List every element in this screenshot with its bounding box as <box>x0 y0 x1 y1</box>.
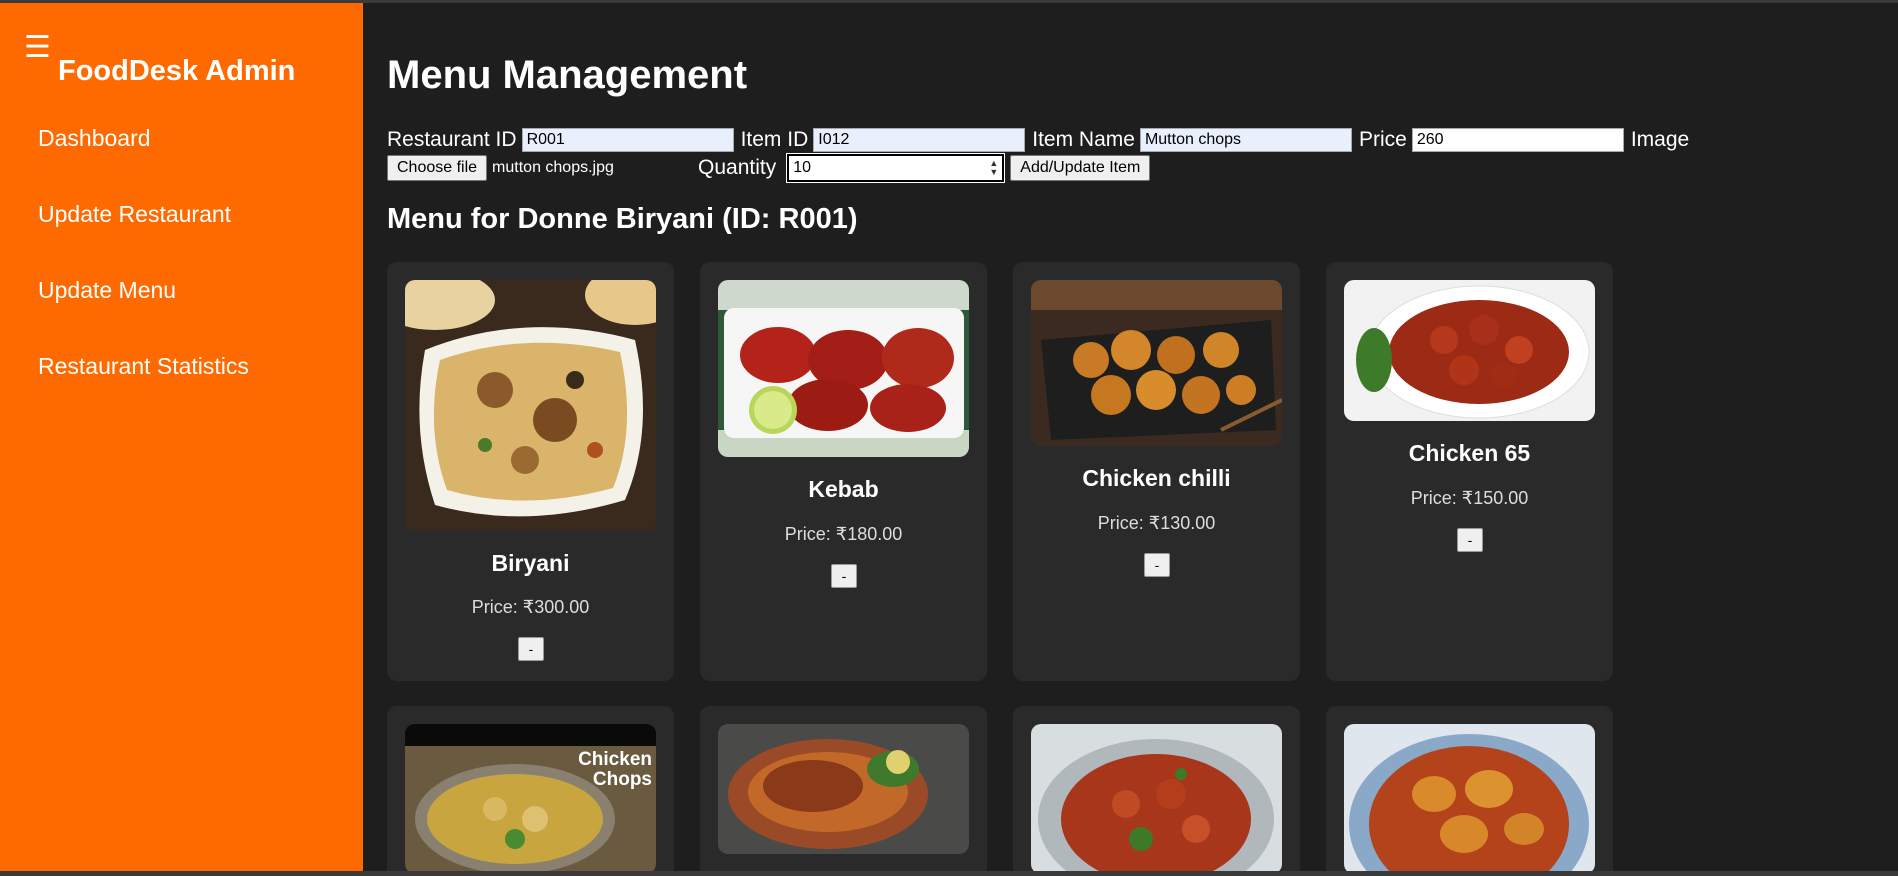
remove-item-button[interactable]: - <box>1144 553 1170 577</box>
item-name-label: Item Name <box>1032 128 1135 151</box>
sidebar-nav: Dashboard Update Restaurant Update Menu … <box>38 121 249 425</box>
chicken-chilli-image <box>1031 280 1282 446</box>
restaurant-id-label: Restaurant ID <box>387 128 517 151</box>
quantity-value: 10 <box>793 159 812 176</box>
menu-item-card <box>1013 706 1300 876</box>
form-row-2: Choose file mutton chops.jpg Quantity 10… <box>387 153 1151 183</box>
menu-item-name: Chicken chilli <box>1082 465 1231 491</box>
menu-heading: Menu for Donne Biryani (ID: R001) <box>387 203 858 235</box>
chicken-chops-caption: Chicken Chops <box>578 749 652 790</box>
menu-item-card: Chicken 65 Price: ₹150.00 - <box>1326 262 1613 681</box>
menu-item-name: Kebab <box>808 476 879 502</box>
choose-file-button[interactable]: Choose file <box>387 155 488 181</box>
chicken-chops-image: Chicken Chops <box>405 724 656 874</box>
pepper-chicken-image <box>1031 724 1282 874</box>
menu-item-price: Price: ₹180.00 <box>784 524 903 544</box>
item-id-label: Item ID <box>740 128 809 151</box>
menu-item-card <box>1326 706 1613 876</box>
selected-file-name: mutton chops.jpg <box>492 159 614 176</box>
remove-item-button[interactable]: - <box>1457 528 1483 552</box>
sidebar-item-restaurant-statistics[interactable]: Restaurant Statistics <box>38 349 249 425</box>
chicken-65-image <box>1344 280 1595 421</box>
window-bottom-border <box>0 871 1898 876</box>
menu-item-card: Biryani Price: ₹300.00 - <box>387 262 674 681</box>
biryani-image <box>405 280 656 531</box>
kebab-image <box>718 280 969 457</box>
remove-item-button[interactable]: - <box>518 637 544 661</box>
image-label: Image <box>1630 128 1690 151</box>
price-field[interactable] <box>1411 128 1624 152</box>
spinner-arrows-icon[interactable]: ▲ ▼ <box>989 159 998 177</box>
menu-item-name: Biryani <box>491 550 570 576</box>
menu-item-price: Price: ₹150.00 <box>1410 488 1529 508</box>
menu-item-name: Chicken 65 <box>1408 440 1531 466</box>
brand-title: FoodDesk Admin <box>58 55 296 87</box>
form-row-1: Restaurant ID Item ID Item Name Price Im… <box>387 126 1694 154</box>
fish-fry-image <box>718 724 969 854</box>
menu-item-card: Kebab Price: ₹180.00 - <box>700 262 987 681</box>
menu-item-price: Price: ₹300.00 <box>471 597 590 617</box>
hamburger-icon[interactable]: ☰ <box>24 33 51 63</box>
menu-item-card <box>700 706 987 876</box>
remove-item-button[interactable]: - <box>831 564 857 588</box>
quantity-label: Quantity <box>698 156 777 179</box>
sidebar-item-update-restaurant[interactable]: Update Restaurant <box>38 197 249 273</box>
quantity-stepper[interactable]: 10 ▲ ▼ <box>786 153 1006 183</box>
menu-item-card: Chicken chilli Price: ₹130.00 - <box>1013 262 1300 681</box>
price-label: Price <box>1358 128 1407 151</box>
item-id-field[interactable] <box>813 128 1026 152</box>
sidebar-item-update-menu[interactable]: Update Menu <box>38 273 249 349</box>
page-title: Menu Management <box>387 53 748 97</box>
egg-curry-image <box>1344 724 1595 874</box>
item-name-field[interactable] <box>1139 128 1352 152</box>
sidebar: ☰ FoodDesk Admin Dashboard Update Restau… <box>0 3 363 873</box>
restaurant-id-field[interactable] <box>521 128 734 152</box>
menu-item-card: Chicken Chops <box>387 706 674 876</box>
sidebar-item-dashboard[interactable]: Dashboard <box>38 121 249 197</box>
add-update-item-button[interactable]: Add/Update Item <box>1010 155 1151 181</box>
menu-item-price: Price: ₹130.00 <box>1097 513 1216 533</box>
